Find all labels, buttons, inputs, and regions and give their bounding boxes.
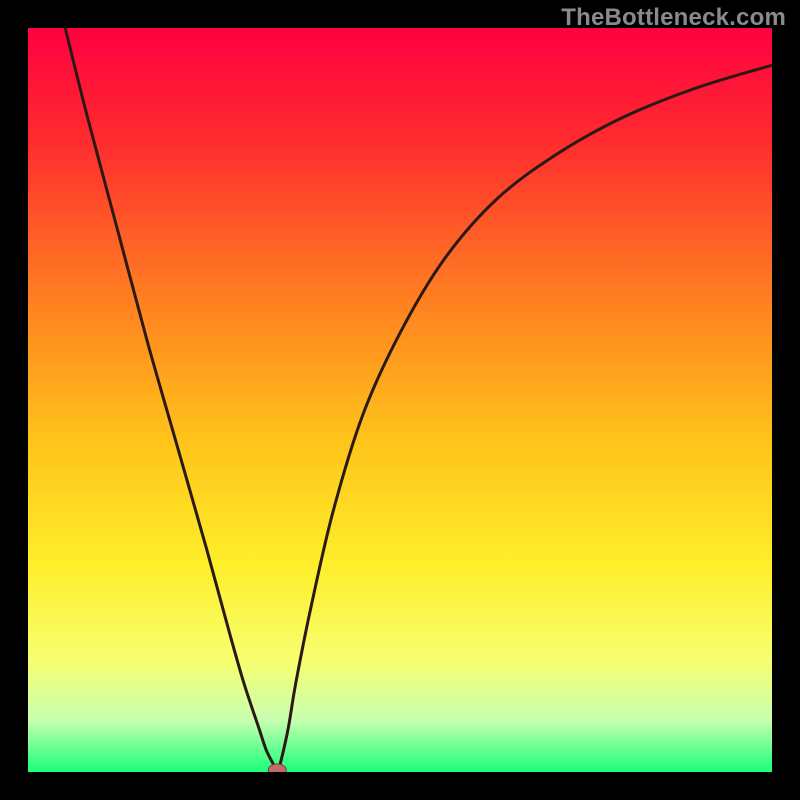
chart-frame: TheBottleneck.com — [0, 0, 800, 800]
bottleneck-chart — [28, 28, 772, 772]
watermark-text: TheBottleneck.com — [561, 4, 786, 32]
minimum-marker — [268, 764, 286, 772]
plot-area — [28, 28, 772, 772]
gradient-background — [28, 28, 772, 772]
